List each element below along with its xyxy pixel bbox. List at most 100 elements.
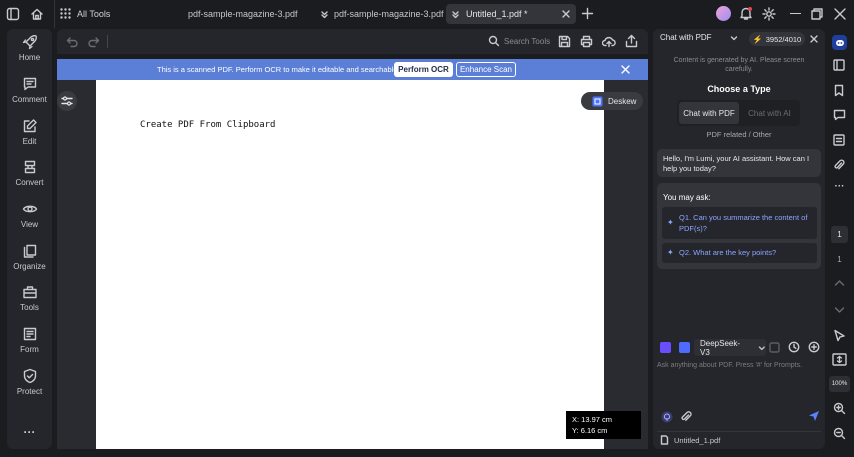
close-banner-icon[interactable]: [621, 65, 630, 74]
next-page-chevron-down-icon[interactable]: [834, 306, 845, 314]
tab-document-3-active[interactable]: Untitled_1.pdf *: [446, 4, 576, 24]
deskew-label: Deskew: [608, 96, 637, 106]
send-icon[interactable]: [808, 410, 820, 422]
convert-icon: [24, 160, 35, 174]
form-fields-icon[interactable]: [833, 134, 845, 146]
deepseek-logo-icon: [679, 342, 690, 353]
undo-icon[interactable]: [66, 35, 79, 48]
credits-badge[interactable]: ⚡ 3952/4010: [749, 32, 805, 46]
all-tools-grid-icon[interactable]: [60, 8, 71, 19]
print-icon[interactable]: [580, 35, 593, 48]
toolbox-icon: [22, 286, 37, 299]
select-cursor-icon[interactable]: [833, 329, 846, 342]
comments-panel-icon[interactable]: [833, 109, 846, 121]
chat-type-selector: Chat with PDF Chat with AI: [677, 100, 800, 126]
save-icon[interactable]: [558, 35, 571, 48]
tab-document-1[interactable]: pdf-sample-magazine-3.pdf: [188, 4, 298, 24]
shield-icon: [23, 368, 36, 384]
total-pages: 1: [837, 255, 842, 264]
notification-bell-icon[interactable]: [739, 6, 753, 21]
thumbnails-panel-icon[interactable]: [833, 59, 845, 71]
minimize-icon[interactable]: [790, 13, 801, 15]
sidebar-item-convert[interactable]: Convert: [7, 159, 52, 199]
pdf-page[interactable]: Create PDF From Clipboard: [96, 80, 604, 449]
chat-input[interactable]: Ask anything about PDF. Press '#' for Pr…: [657, 362, 821, 369]
choose-type-heading: Choose a Type: [707, 84, 771, 94]
sidebar-item-home[interactable]: Home: [7, 34, 52, 74]
enhance-scan-button[interactable]: Enhance Scan: [456, 62, 516, 77]
adjust-sliders-button[interactable]: [57, 91, 77, 111]
sidebar-item-label: Edit: [22, 137, 37, 146]
question-text: Q2. What are the key points?: [679, 248, 777, 257]
attach-paperclip-icon[interactable]: [680, 411, 692, 423]
sparkle-icon: ✦: [667, 218, 674, 227]
deskew-button[interactable]: Deskew: [581, 92, 643, 110]
search-tools-input[interactable]: Search Tools: [488, 35, 550, 47]
document-toolbar: Search Tools: [57, 29, 648, 54]
restore-window-icon[interactable]: [811, 8, 823, 20]
close-panel-icon[interactable]: [810, 35, 818, 43]
sidebar-item-protect[interactable]: Protect: [7, 368, 52, 408]
chat-with-pdf-option[interactable]: Chat with PDF: [679, 102, 739, 124]
sidebar-item-label: Tools: [20, 303, 39, 312]
page-text: Create PDF From Clipboard: [140, 120, 276, 130]
home-icon[interactable]: [30, 7, 44, 21]
avatar[interactable]: [716, 6, 731, 21]
sidebar-item-view[interactable]: View: [7, 201, 52, 241]
bookmark-icon[interactable]: [833, 84, 845, 97]
attachments-icon[interactable]: [833, 159, 845, 172]
question-text: Q1. Can you summarize the content of PDF…: [679, 213, 808, 233]
credits-value: 3952/4010: [765, 34, 802, 44]
type-caption: PDF related / Other: [706, 130, 772, 139]
redo-icon[interactable]: [87, 35, 100, 48]
all-tools-label[interactable]: All Tools: [77, 9, 110, 19]
attached-file-chip[interactable]: Untitled_1.pdf: [660, 435, 720, 445]
ai-assistant-icon[interactable]: [832, 35, 847, 50]
zoom-in-icon[interactable]: [833, 402, 846, 415]
sidebar-item-label: Protect: [16, 387, 43, 396]
tab-document-2[interactable]: pdf-sample-magazine-3.pdf *: [320, 4, 450, 24]
sidebar-toggle-icon[interactable]: [6, 7, 20, 21]
new-chat-plus-icon[interactable]: [808, 341, 820, 353]
current-page-input[interactable]: 1: [831, 226, 848, 243]
sparkle-icon: ✦: [667, 248, 674, 257]
sidebar-item-tools[interactable]: Tools: [7, 284, 52, 324]
sidebar-item-label: View: [20, 220, 39, 229]
suggested-questions-card: You may ask: ✦ Q1. Can you summarize the…: [657, 183, 821, 269]
organize-icon: [23, 244, 36, 258]
sidebar-item-organize[interactable]: Organize: [7, 243, 52, 283]
prompt-bulb-icon[interactable]: [661, 411, 673, 423]
cloud-upload-icon[interactable]: [602, 35, 616, 48]
sidebar-item-label: Organize: [13, 262, 46, 271]
settings-gear-icon[interactable]: [762, 7, 776, 21]
new-tab-plus-icon[interactable]: [581, 7, 594, 20]
chevron-down-double-icon: [321, 10, 328, 18]
ask-title: You may ask:: [663, 193, 711, 202]
share-icon[interactable]: [625, 34, 638, 48]
history-clock-icon[interactable]: [788, 341, 800, 353]
chat-mode-label: Chat with PDF: [660, 33, 712, 42]
sidebar-item-form[interactable]: Form: [7, 326, 52, 366]
image-attach-icon[interactable]: [769, 342, 780, 353]
more-menu-icon[interactable]: ···: [7, 425, 52, 439]
zoom-out-icon[interactable]: [833, 427, 846, 440]
lightning-icon: ⚡: [752, 34, 763, 44]
sidebar-item-label: Convert: [15, 178, 44, 187]
tab-label: pdf-sample-magazine-3.pdf *: [334, 9, 450, 19]
suggested-question-1[interactable]: ✦ Q1. Can you summarize the content of P…: [662, 207, 817, 239]
close-window-icon[interactable]: [834, 8, 846, 20]
more-options-icon[interactable]: ···: [829, 181, 850, 192]
sidebar-item-comment[interactable]: Comment: [7, 76, 52, 116]
rocket-icon: [22, 35, 37, 50]
fit-page-icon[interactable]: [832, 353, 847, 366]
model-selector[interactable]: DeepSeek-V3: [694, 339, 766, 357]
chat-with-ai-option[interactable]: Chat with AI: [741, 102, 798, 124]
deskew-icon: [592, 96, 603, 106]
chat-mode-dropdown[interactable]: Chat with PDF: [660, 33, 738, 42]
sliders-icon: [61, 96, 73, 106]
sidebar-item-edit[interactable]: Edit: [7, 118, 52, 158]
suggested-question-2[interactable]: ✦ Q2. What are the key points?: [662, 243, 817, 263]
perform-ocr-button[interactable]: Perform OCR: [394, 62, 453, 77]
zoom-level[interactable]: 100%: [829, 376, 850, 392]
previous-page-chevron-up-icon[interactable]: [834, 279, 845, 287]
